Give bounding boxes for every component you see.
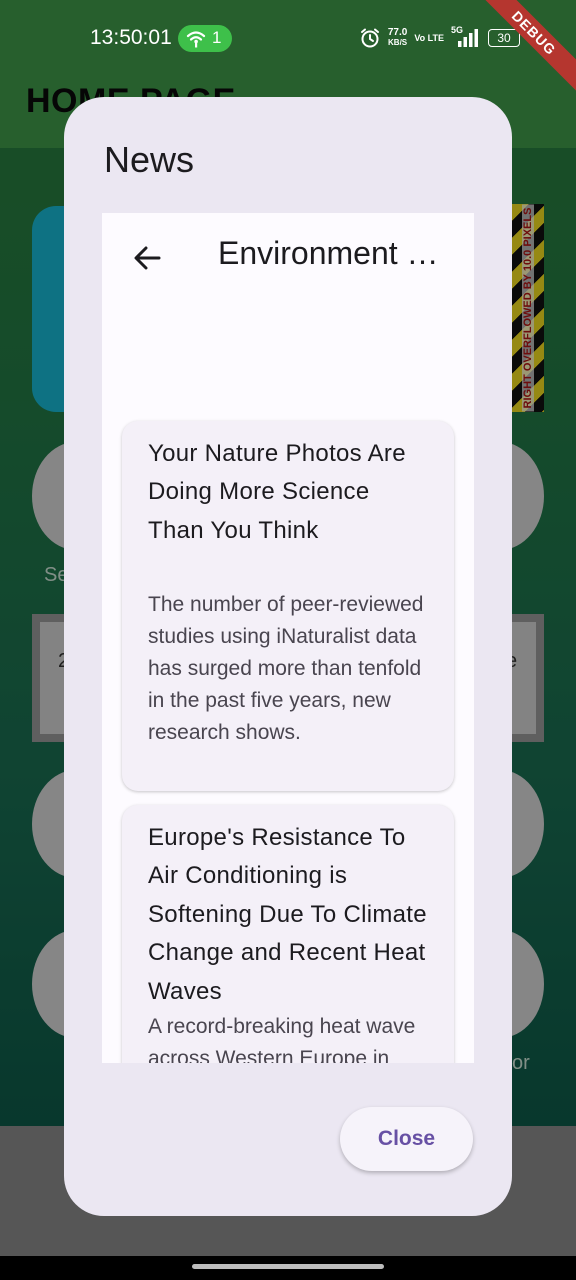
signal-icon [458, 29, 478, 47]
hotspot-indicator: 1 [178, 25, 232, 52]
news-headline: Europe's Resistance To Air Conditioning … [148, 824, 427, 1005]
close-button[interactable]: Close [340, 1107, 473, 1171]
news-summary: A record-breaking heat wave across Weste… [148, 1015, 416, 1063]
volte-indicator: Vo LTE [414, 33, 444, 43]
hotspot-icon [186, 31, 206, 48]
home-indicator[interactable] [192, 1264, 384, 1269]
battery-icon: 30 [488, 29, 520, 47]
news-summary: The number of peer-reviewed studies usin… [148, 593, 424, 744]
back-arrow-icon[interactable] [132, 243, 162, 273]
dialog-title: News [104, 139, 195, 180]
news-card[interactable]: Europe's Resistance To Air Conditioning … [122, 805, 454, 1063]
signal-indicator: 5G [451, 25, 481, 49]
news-dialog: News Environment News Your Nature Photos… [64, 97, 512, 1216]
news-content-frame[interactable]: Environment News Your Nature Photos Are … [102, 213, 474, 1063]
news-category-title: Environment News [218, 235, 450, 271]
hotspot-count: 1 [212, 28, 222, 47]
status-time: 13:50:01 [90, 26, 172, 49]
news-app-bar: Environment News [102, 213, 474, 303]
status-bar: 13:50:01 1 77.0 KB/S Vo LTE 5G 30 [0, 0, 576, 76]
alarm-icon [360, 28, 379, 48]
network-speed: 77.0 KB/S [387, 27, 408, 48]
news-card[interactable]: Your Nature Photos Are Doing More Scienc… [122, 421, 454, 791]
news-headline: Your Nature Photos Are Doing More Scienc… [148, 440, 406, 544]
status-icons: 77.0 KB/S Vo LTE 5G 30 [359, 25, 520, 50]
